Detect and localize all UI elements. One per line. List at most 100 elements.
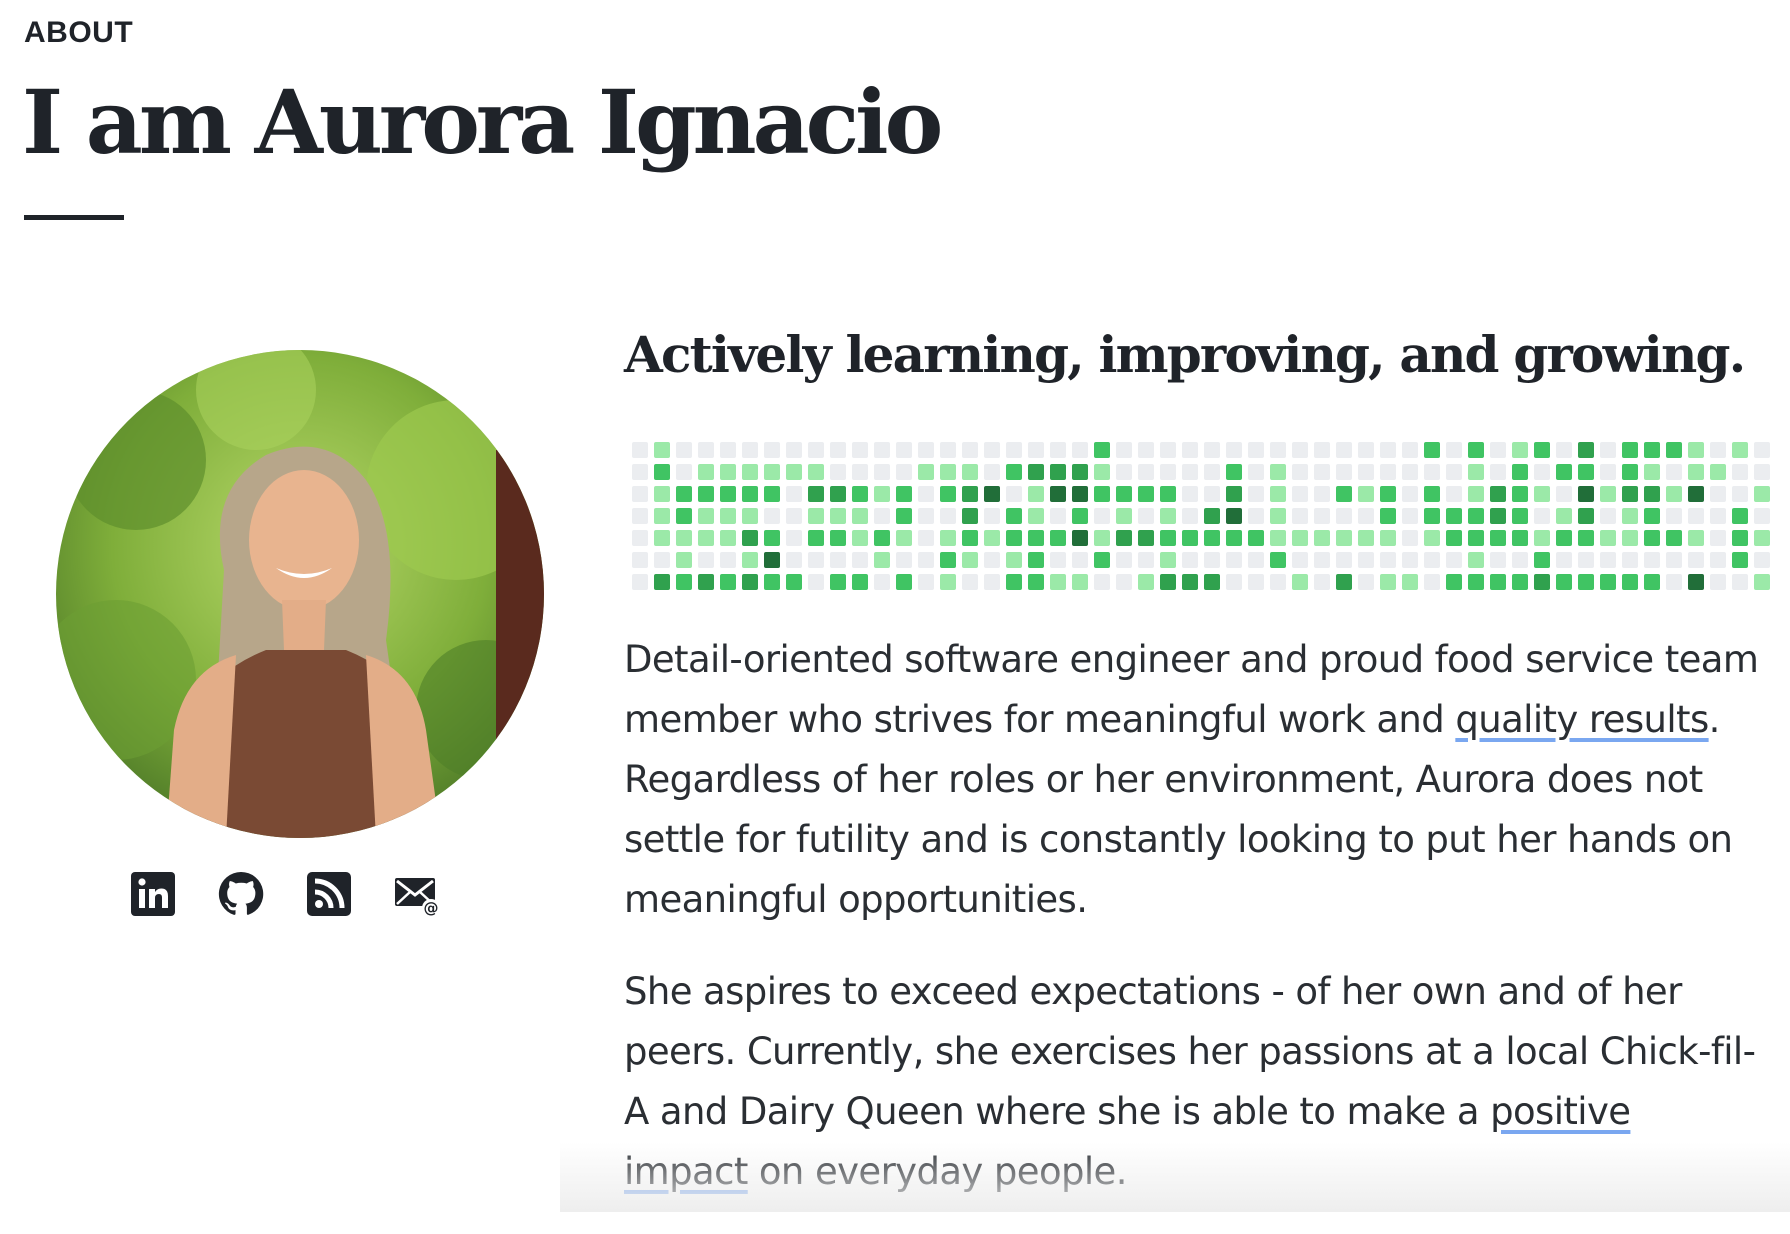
contribution-day	[698, 574, 714, 590]
contribution-day	[786, 508, 802, 524]
contribution-day	[1094, 552, 1110, 568]
contribution-day	[1754, 574, 1770, 590]
contribution-day	[1226, 552, 1242, 568]
contribution-day	[1578, 486, 1594, 502]
contribution-day	[698, 464, 714, 480]
contribution-day	[676, 464, 692, 480]
rss-icon[interactable]	[305, 870, 353, 918]
contribution-day	[1666, 442, 1682, 458]
contribution-day	[962, 464, 978, 480]
contribution-day	[1226, 530, 1242, 546]
email-icon[interactable]: @	[393, 870, 441, 918]
contribution-day	[1006, 552, 1022, 568]
contribution-day	[1072, 508, 1088, 524]
contribution-day	[1226, 464, 1242, 480]
contribution-day	[1424, 508, 1440, 524]
contribution-day	[874, 464, 890, 480]
contribution-day	[764, 530, 780, 546]
contribution-day	[1490, 552, 1506, 568]
contribution-day	[874, 442, 890, 458]
contribution-day	[1138, 486, 1154, 502]
contribution-day	[852, 552, 868, 568]
contribution-day	[874, 552, 890, 568]
contribution-day	[632, 486, 648, 502]
contribution-day	[1182, 464, 1198, 480]
contribution-day	[1292, 530, 1308, 546]
contribution-day	[1270, 486, 1286, 502]
contribution-day	[676, 574, 692, 590]
contribution-day	[1182, 508, 1198, 524]
contribution-day	[940, 464, 956, 480]
contribution-day	[940, 574, 956, 590]
contribution-day	[1446, 574, 1462, 590]
contribution-day	[1358, 486, 1374, 502]
contribution-day	[1622, 530, 1638, 546]
contribution-day	[1028, 486, 1044, 502]
contribution-day	[786, 442, 802, 458]
section-label: ABOUT	[24, 16, 134, 49]
contribution-day	[1600, 552, 1616, 568]
contribution-day	[830, 464, 846, 480]
contribution-day	[676, 552, 692, 568]
contribution-day	[896, 464, 912, 480]
contribution-day	[1512, 442, 1528, 458]
contribution-day	[1754, 442, 1770, 458]
contribution-day	[1446, 508, 1462, 524]
contribution-day	[1380, 552, 1396, 568]
contribution-day	[720, 574, 736, 590]
contribution-day	[1292, 508, 1308, 524]
contribution-day	[1600, 530, 1616, 546]
contribution-day	[984, 574, 1000, 590]
contribution-day	[1710, 464, 1726, 480]
contribution-day	[764, 464, 780, 480]
contribution-day	[1556, 530, 1572, 546]
contribution-day	[654, 464, 670, 480]
contribution-day	[654, 508, 670, 524]
contribution-day	[940, 442, 956, 458]
contribution-day	[940, 508, 956, 524]
contribution-day	[1556, 464, 1572, 480]
contribution-day	[720, 530, 736, 546]
contribution-day	[808, 486, 824, 502]
contribution-day	[1468, 574, 1484, 590]
contribution-day	[1160, 530, 1176, 546]
contribution-day	[1094, 530, 1110, 546]
contribution-day	[742, 442, 758, 458]
contribution-day	[1380, 530, 1396, 546]
contribution-day	[1534, 442, 1550, 458]
contribution-day	[1446, 552, 1462, 568]
contribution-day	[808, 530, 824, 546]
contribution-day	[1292, 574, 1308, 590]
contribution-day	[1358, 552, 1374, 568]
contribution-day	[830, 508, 846, 524]
contribution-day	[1732, 552, 1748, 568]
contribution-day	[1380, 486, 1396, 502]
contribution-day	[1006, 464, 1022, 480]
contribution-day	[1336, 442, 1352, 458]
contribution-day	[852, 508, 868, 524]
contribution-day	[1072, 574, 1088, 590]
linkedin-icon[interactable]	[129, 870, 177, 918]
contribution-day	[896, 574, 912, 590]
contribution-day	[1204, 552, 1220, 568]
contribution-day	[1380, 574, 1396, 590]
contribution-day	[1556, 574, 1572, 590]
contribution-day	[1314, 486, 1330, 502]
contribution-day	[1468, 442, 1484, 458]
contribution-day	[1666, 530, 1682, 546]
contribution-day	[1270, 574, 1286, 590]
contribution-day	[1490, 574, 1506, 590]
contribution-day	[1710, 486, 1726, 502]
contribution-day	[1336, 508, 1352, 524]
contribution-day	[1556, 552, 1572, 568]
contribution-day	[874, 574, 890, 590]
contribution-day	[1336, 552, 1352, 568]
contribution-day	[1226, 508, 1242, 524]
contribution-day	[1182, 574, 1198, 590]
contribution-day	[874, 530, 890, 546]
contribution-day	[1138, 464, 1154, 480]
contribution-day	[830, 442, 846, 458]
contribution-day	[1512, 464, 1528, 480]
github-icon[interactable]	[217, 870, 265, 918]
contribution-day	[1358, 574, 1374, 590]
